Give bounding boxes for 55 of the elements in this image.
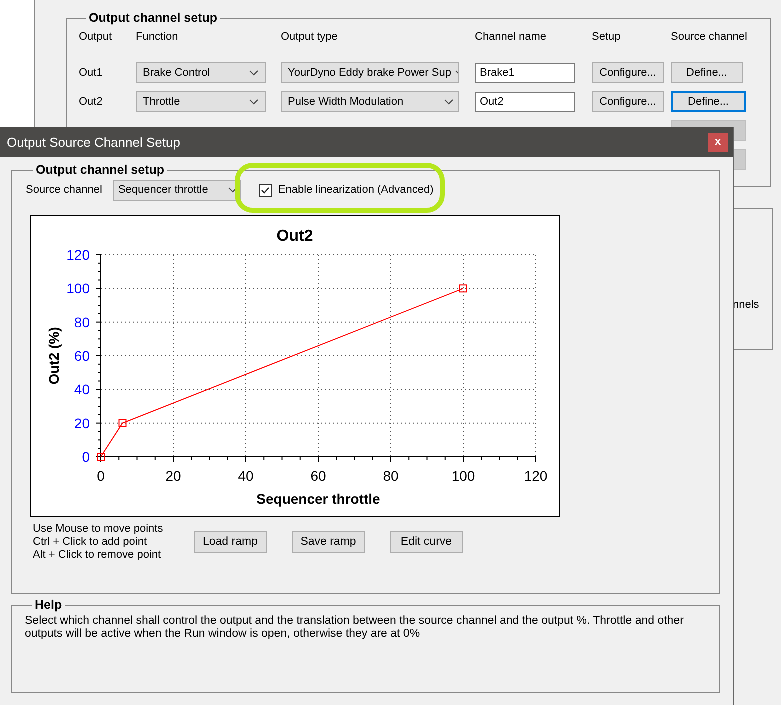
x-tick-label: 20 xyxy=(166,468,182,484)
checkbox[interactable] xyxy=(259,184,272,196)
y-tick-label: 100 xyxy=(66,280,90,297)
column-header: Function xyxy=(136,31,180,43)
x-tick-label: 80 xyxy=(383,468,399,484)
hint-text: Ctrl + Click to add point xyxy=(33,536,148,549)
source-channel-dropdown[interactable]: Sequencer throttle xyxy=(113,180,242,200)
chart-title: Out2 xyxy=(276,228,314,245)
y-tick-label: 120 xyxy=(66,247,90,263)
hint-text: Use Mouse to move points xyxy=(33,523,164,536)
group-text: nnels xyxy=(733,299,760,311)
configure-button[interactable]: Configure... xyxy=(592,91,664,112)
action-button[interactable]: Save ramp xyxy=(292,531,365,553)
column-header: Source channel xyxy=(671,31,747,43)
y-axis-label: Out2 (%) xyxy=(46,327,62,385)
output-label: Out1 xyxy=(79,66,104,78)
function-dropdown[interactable]: Brake Control xyxy=(136,62,266,83)
define-button[interactable]: Define... xyxy=(671,91,746,112)
group-title: Output channel setup xyxy=(88,11,218,25)
x-tick-label: 60 xyxy=(310,468,326,484)
output-type-dropdown[interactable]: YourDyno Eddy brake Power Sup xyxy=(281,62,459,83)
data-point xyxy=(118,419,127,428)
x-axis-label: Sequencer throttle xyxy=(256,491,380,507)
configure-button[interactable]: Configure... xyxy=(592,62,664,83)
y-tick-label: 20 xyxy=(74,415,90,432)
y-tick-label: 0 xyxy=(82,449,90,465)
checkbox-label: Enable linearization (Advanced) xyxy=(278,184,434,196)
action-button[interactable]: Load ramp xyxy=(194,531,267,553)
y-tick-label: 40 xyxy=(74,382,90,398)
close-button[interactable]: x xyxy=(708,132,728,152)
output-label: Out2 xyxy=(79,96,104,108)
column-header: Output type xyxy=(281,31,339,43)
channel-name-field[interactable]: Out2 xyxy=(475,92,575,112)
x-tick-label: 40 xyxy=(238,468,254,484)
define-button[interactable]: Define... xyxy=(671,62,743,83)
data-point xyxy=(460,284,468,293)
column-header: Output xyxy=(79,31,114,43)
data-point xyxy=(97,453,105,461)
column-header: Setup xyxy=(592,31,622,43)
output-type-dropdown[interactable]: Pulse Width Modulation xyxy=(281,91,459,112)
hint-text: Alt + Click to remove point xyxy=(33,549,162,562)
group-title: Output channel setup xyxy=(35,163,166,177)
function-dropdown[interactable]: Throttle xyxy=(136,91,266,112)
x-tick-label: 120 xyxy=(524,468,548,484)
y-tick-label: 60 xyxy=(74,348,90,364)
action-button[interactable]: Edit curve xyxy=(390,531,463,553)
y-tick-label: 80 xyxy=(74,314,90,330)
source-channel-label: Source channel xyxy=(26,184,102,196)
window-title: Output Source Channel Setup xyxy=(7,134,180,150)
x-tick-label: 100 xyxy=(452,468,476,484)
column-header: Channel name xyxy=(475,31,548,43)
help-text: Select which channel shall control the output and the translation between the source channel and the output %. Throttle and other outputs will be active when the Run window is open, otherwise they are at 0% xyxy=(25,615,685,641)
channel-name-field[interactable]: Brake1 xyxy=(475,62,575,82)
group-title: Help xyxy=(34,598,64,612)
x-tick-label: 0 xyxy=(97,468,105,484)
